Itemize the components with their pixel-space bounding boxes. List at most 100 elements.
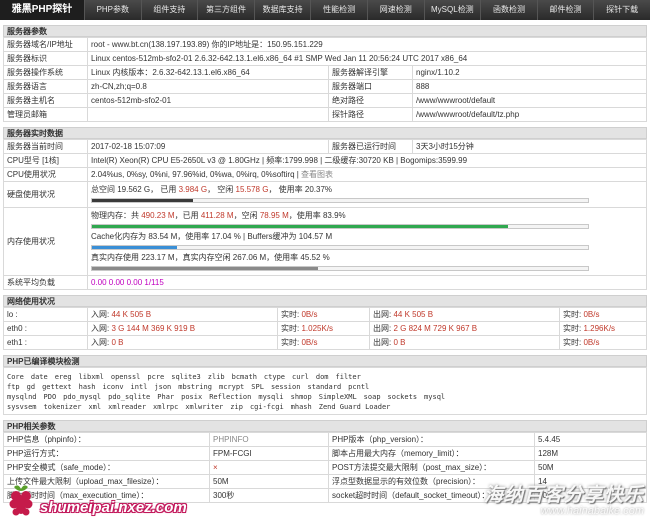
watermark-right-title: 海纳百客分享快乐	[483, 485, 644, 506]
module-name: PDO	[43, 393, 57, 401]
id-value: Linux centos-512mb-sfo2-01 2.6.32-642.13…	[87, 51, 647, 66]
cross-icon: ×	[209, 460, 329, 475]
host-value: centos-512mb-sfo2-01	[87, 93, 329, 108]
mem-cell: 物理内存：共 490.23 M，已用 411.28 M，空闲 78.95 M，使…	[87, 207, 647, 276]
nav-third-party[interactable]: 第三方组件	[197, 0, 254, 20]
nav-components[interactable]: 组件支持	[140, 0, 198, 20]
time-value: 2017-02-18 15:07:09	[87, 139, 329, 154]
mem-cache-bar	[91, 245, 589, 250]
module-name: gettext	[42, 383, 72, 391]
nav-download[interactable]: 探针下载	[593, 0, 650, 20]
watermark-left-text: shumeipai.nxez.com	[40, 498, 187, 516]
iface-rt-out: 实时: 1.296K/s	[559, 321, 647, 336]
module-name: ftp	[7, 383, 20, 391]
os-label: 服务器操作系统	[3, 65, 88, 80]
module-name: mysql	[424, 393, 446, 401]
nav-php-params[interactable]: PHP参数	[84, 0, 141, 20]
iface-name: lo :	[3, 307, 88, 322]
module-name: pdo_sqlite	[108, 393, 151, 401]
phpinfo-link[interactable]: PHPINFO	[209, 432, 329, 447]
iface-name: eth1 :	[3, 335, 88, 350]
php-row: PHP信息（phpinfo）： PHPINFO PHP版本（php_versio…	[3, 432, 647, 447]
disk-prefix: 总空间 19.562 G， 已用	[91, 185, 177, 194]
module-name: intl	[130, 383, 148, 391]
section-title: PHP相关参数	[3, 420, 647, 432]
out-label: 出网:	[373, 323, 392, 333]
top-nav: 雅黑PHP探针 PHP参数 组件支持 第三方组件 数据库支持 性能检测 网速检测…	[0, 0, 650, 20]
section-title: PHP已编译模块检测	[3, 355, 647, 367]
module-name: ctype	[263, 373, 285, 381]
admin-label: 管理员邮箱	[3, 107, 88, 122]
watermark-right-url: www.hainabaike.com	[540, 505, 644, 517]
mem-phys-mid1: ，已用	[174, 211, 199, 220]
probe-label: 探针路径	[328, 107, 413, 122]
php-label: PHP版本（php_version）：	[328, 432, 535, 447]
mem-phys-total: 490.23 M	[141, 211, 175, 220]
lang-value: zh-CN,zh;q=0.8	[87, 79, 329, 94]
iface-out: 出网: 44 K 505 B	[369, 307, 560, 322]
nav-network-speed[interactable]: 网速检测	[366, 0, 424, 20]
disk-mid: ， 空闲	[207, 185, 234, 194]
nav-mail[interactable]: 邮件检测	[536, 0, 594, 20]
view-chart-link[interactable]: 查看图表	[301, 170, 333, 179]
module-name: sqlite3	[171, 373, 201, 381]
in-value: 0 B	[111, 337, 124, 347]
mem-cache-fill	[92, 246, 177, 249]
module-name: posix	[181, 393, 203, 401]
modules-line: mysqlnd PDO pdo_mysql pdo_sqlite Phar posix Re…	[7, 392, 643, 402]
nav-mysql[interactable]: MySQL检测	[423, 0, 481, 20]
module-name: ereg	[54, 373, 72, 381]
modules-line: ftp gd gettext hash iconv intl json mbstring mcr…	[7, 382, 643, 392]
mem-phys-used: 411.28 M	[200, 211, 234, 220]
raspberry-logo-icon	[4, 481, 38, 519]
module-name: mhash	[290, 403, 312, 411]
module-name: xmlwriter	[185, 403, 224, 411]
realtime-section: 服务器实时数据 服务器当前时间 2017-02-18 15:07:09 服务器已…	[3, 127, 647, 290]
module-name: zip	[230, 403, 243, 411]
module-name: mbstring	[178, 383, 212, 391]
php-value: 50M	[209, 474, 329, 489]
module-name: SPL	[251, 383, 264, 391]
module-name: bcmath	[231, 373, 257, 381]
network-row: eth0 : 入网: 3 G 144 M 369 K 919 B 实时: 1.0…	[3, 321, 647, 336]
brand-title[interactable]: 雅黑PHP探针	[0, 0, 84, 20]
nav-database[interactable]: 数据库支持	[253, 0, 311, 20]
cpu-label: CPU型号 [1核]	[3, 153, 88, 168]
os-value: Linux 内核版本：2.6.32-642.13.1.el6.x86_64	[87, 65, 329, 80]
nav-functions[interactable]: 函数检测	[480, 0, 537, 20]
mem-phys-bar	[91, 224, 589, 229]
load-value: 0.00 0.00 0.00 1/115	[87, 275, 647, 290]
disk-text: 总空间 19.562 G， 已用 3.984 G， 空闲 15.578 G， 使…	[91, 184, 643, 196]
module-name: mysqlnd	[7, 393, 37, 401]
php-row: PHP运行方式： FPM-FCGI 脚本占用最大内存（memory_limit）…	[3, 446, 647, 461]
port-label: 服务器端口	[328, 79, 413, 94]
out-value: 2 G 824 M 729 K 967 B	[393, 323, 478, 333]
rt-in-value: 1.025K/s	[301, 323, 334, 333]
module-name: xmlrpc	[153, 403, 179, 411]
rt-out-label: 实时:	[563, 337, 582, 347]
modules-line: Core date ereg libxml openssl pcre sqlite3 zlib…	[7, 372, 643, 382]
nav-performance[interactable]: 性能检测	[310, 0, 367, 20]
rt-in-label: 实时:	[281, 323, 300, 333]
iface-rt-out: 实时: 0B/s	[559, 335, 647, 350]
modules-section: PHP已编译模块检测 Core date ereg libxml openssl pcre…	[3, 355, 647, 415]
rt-out-value: 0B/s	[583, 309, 600, 319]
domain-label: 服务器域名/IP地址	[3, 37, 88, 52]
module-name: zlib	[207, 373, 225, 381]
out-value: 44 K 505 B	[393, 309, 434, 319]
module-name: tokenizer	[43, 403, 82, 411]
disk-cell: 总空间 19.562 G， 已用 3.984 G， 空闲 15.578 G， 使…	[87, 181, 647, 208]
php-label: POST方法提交最大限制（post_max_size）：	[328, 460, 535, 475]
mem-phys-suffix: ，使用率 83.9%	[288, 211, 346, 220]
module-name: Zend Guard Loader	[318, 403, 391, 411]
port-value: 888	[412, 79, 647, 94]
cpuuse-cell: 2.04%us, 0%sy, 0%ni, 97.96%id, 0%wa, 0%i…	[87, 167, 647, 182]
module-name: Reflection	[209, 393, 252, 401]
in-value: 3 G 144 M 369 K 919 B	[111, 323, 196, 333]
iface-out: 出网: 2 G 824 M 729 K 967 B	[369, 321, 560, 336]
out-value: 0 B	[393, 337, 406, 347]
module-name: mysqli	[258, 393, 284, 401]
iface-rt-in: 实时: 0B/s	[277, 335, 370, 350]
id-label: 服务器标识	[3, 51, 88, 66]
iface-rt-in: 实时: 1.025K/s	[277, 321, 370, 336]
